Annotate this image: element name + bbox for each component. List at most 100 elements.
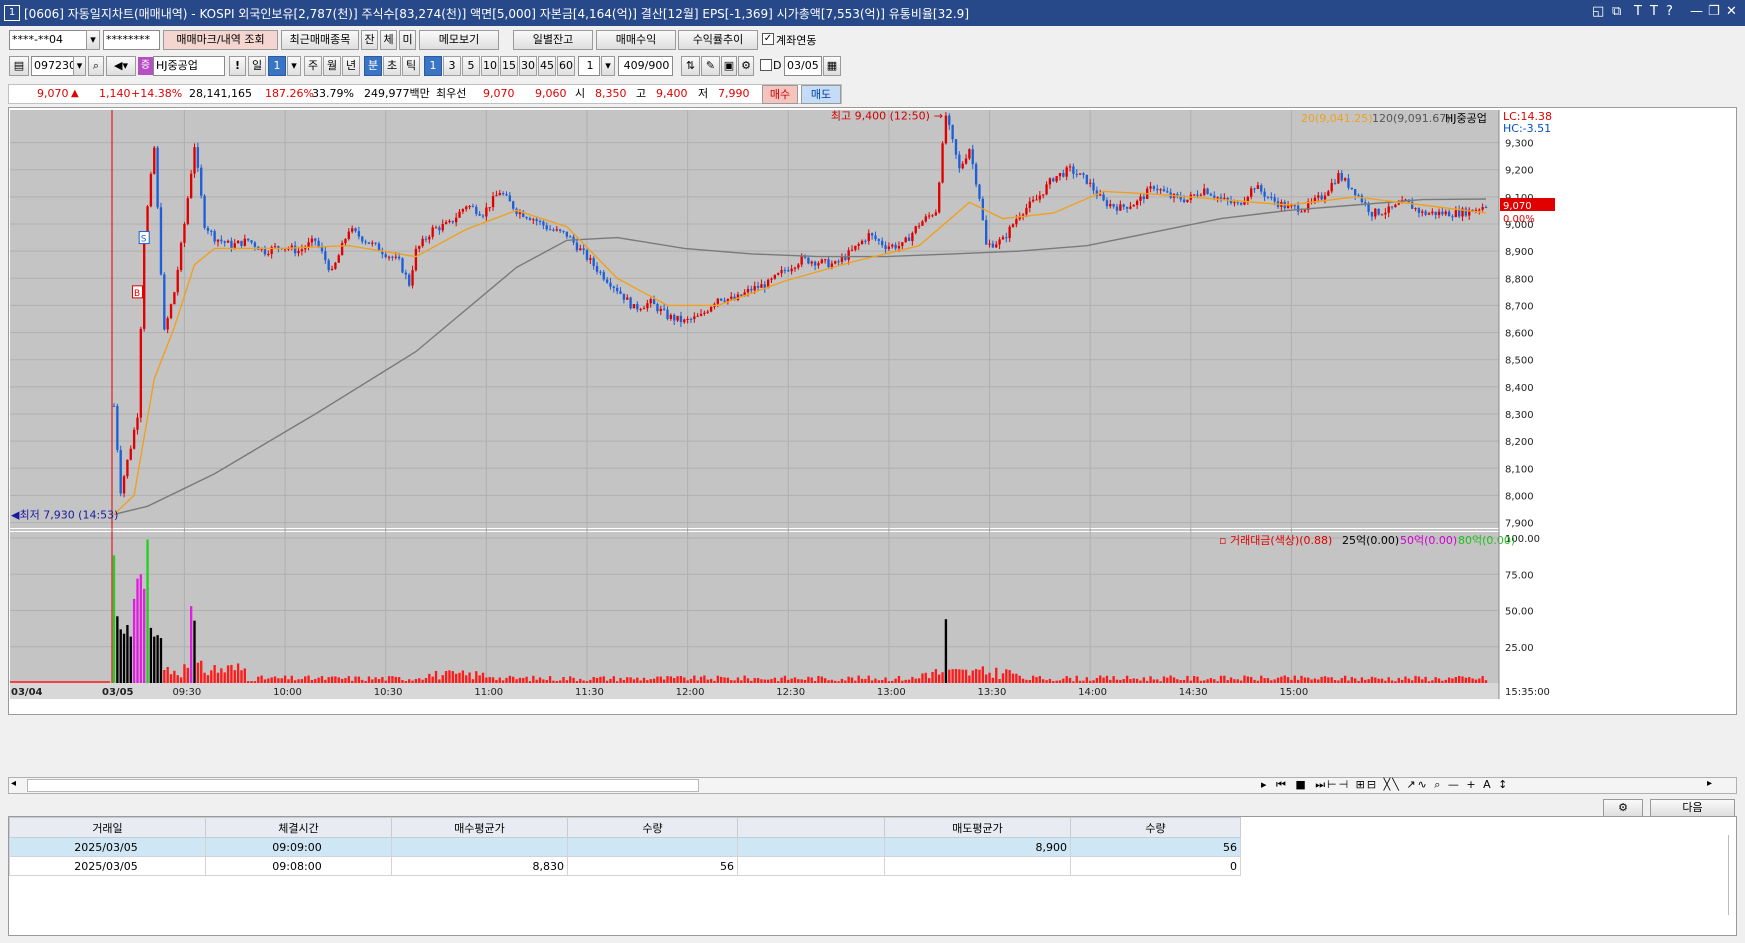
table-scroll-handle[interactable] — [1728, 835, 1732, 915]
candle-body — [1052, 178, 1055, 182]
daily-balance-button[interactable]: 일별잔고 — [513, 30, 593, 50]
candle-body — [156, 147, 159, 208]
volume-bar — [810, 677, 813, 683]
code-dropdown-icon[interactable]: ▾ — [73, 56, 86, 76]
tile-icon[interactable]: ⧉ — [1612, 4, 1621, 19]
account-link-checkbox[interactable]: ✓ — [762, 33, 774, 45]
balance-button[interactable]: 잔 — [361, 30, 378, 50]
tool-icon-1[interactable]: ⇅ — [681, 56, 700, 76]
trade-mark-query-button[interactable]: 매매마크/내역 조회 — [163, 30, 278, 50]
sell-button[interactable]: 매도 — [801, 85, 841, 104]
filled-button[interactable]: 체 — [380, 30, 397, 50]
chart-scrollbar[interactable]: ◂ ▸ ⏮ ■ ⏭ ⊢⊣ ⊞⊟ ╳╲ ↗∿ ⌕ — + A ↕ ▸ — [8, 777, 1737, 794]
period-dropdown-icon[interactable]: ▾ — [287, 56, 301, 76]
volume-bar — [371, 679, 374, 683]
date-checkbox[interactable] — [760, 59, 772, 71]
period-year-button[interactable]: 년 — [342, 56, 360, 76]
scroll-left-icon[interactable]: ◂ — [11, 778, 16, 789]
interval-input[interactable]: 1 — [578, 56, 600, 76]
stock-name-input[interactable]: HJ중공업 — [153, 56, 225, 76]
settings-icon[interactable]: ⚙ — [738, 56, 754, 76]
period-tick-button[interactable]: 틱 — [402, 56, 420, 76]
period-week-button[interactable]: 주 — [304, 56, 322, 76]
scroll-nav-icons[interactable]: ▸ ⏮ ■ ⏭ — [1261, 778, 1328, 792]
profit-trend-button[interactable]: 수익률추이 — [678, 30, 758, 50]
volume-bar — [726, 677, 730, 683]
candle-body — [897, 245, 901, 249]
recent-trades-button[interactable]: 최근매매종목 — [281, 30, 359, 50]
table-settings-icon[interactable]: ⚙ — [1603, 799, 1643, 817]
maximize-icon[interactable]: ❐ — [1708, 4, 1720, 19]
period-day-button[interactable]: 일 — [248, 56, 266, 76]
candle-body — [995, 244, 998, 248]
candle-body — [1196, 194, 1199, 196]
interval-10-button[interactable]: 10 — [481, 56, 499, 76]
font-icon[interactable]: T — [1634, 4, 1642, 19]
date-input[interactable]: 03/05 — [784, 56, 822, 76]
volume-bar — [887, 681, 891, 683]
interval-dropdown-icon[interactable]: ▾ — [601, 56, 615, 76]
candle-body — [1437, 211, 1441, 216]
password-input[interactable]: ******** — [103, 30, 160, 50]
table-row[interactable]: 2025/03/05 09:08:00 8,830 56 0 — [9, 856, 1241, 876]
volume-bar — [287, 679, 290, 683]
interval-5-button[interactable]: 5 — [462, 56, 480, 76]
volume-bar — [652, 678, 656, 683]
chart-panel[interactable]: 9,3009,2009,1009,0008,9008,8008,7008,600… — [8, 107, 1737, 715]
candle-body — [210, 230, 213, 232]
candle-body — [1219, 197, 1223, 199]
candle-body — [709, 306, 713, 312]
period-minute-button[interactable]: 분 — [364, 56, 382, 76]
candle-body — [538, 221, 542, 223]
chart-canvas[interactable]: 9,3009,2009,1009,0008,9008,8008,7008,600… — [9, 108, 1736, 714]
volume-bar — [773, 677, 777, 683]
close-icon[interactable]: ✕ — [1726, 4, 1737, 19]
speaker-icon[interactable]: ◀▾ — [106, 56, 136, 76]
volume-bar — [1250, 676, 1253, 683]
volume-bar — [1243, 675, 1246, 683]
tool-icon-2[interactable]: ✎ — [701, 56, 720, 76]
interval-45-button[interactable]: 45 — [538, 56, 556, 76]
period-month-button[interactable]: 월 — [323, 56, 341, 76]
chart-tool-icons[interactable]: ⊢⊣ ⊞⊟ ╳╲ ↗∿ ⌕ — + A ↕ — [1327, 778, 1509, 792]
account-dropdown-icon[interactable]: ▾ — [86, 30, 100, 50]
candle-body — [595, 265, 599, 272]
scroll-thumb[interactable] — [27, 779, 699, 792]
volume-bar — [780, 677, 783, 683]
period-second-button[interactable]: 초 — [383, 56, 401, 76]
unfilled-button[interactable]: 미 — [399, 30, 416, 50]
interval-1-button[interactable]: 1 — [424, 56, 442, 76]
volume-bar — [1454, 677, 1457, 683]
candle-body — [404, 272, 408, 275]
buy-button[interactable]: 매수 — [762, 85, 798, 104]
font-size-icon[interactable]: T — [1650, 4, 1658, 19]
layout-icon[interactable]: ▤ — [9, 56, 29, 76]
restore-icon[interactable]: ◱ — [1592, 4, 1604, 19]
volume-bar — [1135, 678, 1139, 683]
period-day-count[interactable]: 1 — [268, 56, 286, 76]
interval-3-button[interactable]: 3 — [443, 56, 461, 76]
candle-body — [602, 272, 605, 280]
help-icon[interactable]: ? — [1666, 4, 1673, 19]
volume-bar — [1001, 673, 1005, 683]
candle-body — [820, 259, 823, 264]
candle-body — [129, 448, 132, 460]
minimize-icon[interactable]: — — [1690, 4, 1703, 19]
trade-profit-button[interactable]: 매매수익 — [596, 30, 676, 50]
save-icon[interactable]: ▣ — [721, 56, 737, 76]
interval-30-button[interactable]: 30 — [519, 56, 537, 76]
interval-15-button[interactable]: 15 — [500, 56, 518, 76]
candle-body — [1317, 195, 1320, 198]
trade-amount: 249,977백만 — [364, 87, 430, 100]
interval-60-button[interactable]: 60 — [557, 56, 575, 76]
candle-body — [310, 238, 314, 243]
memo-button[interactable]: 메모보기 — [419, 30, 499, 50]
next-button[interactable]: 다음 — [1650, 799, 1735, 817]
table-row[interactable]: 2025/03/05 09:09:00 8,900 56 — [9, 837, 1241, 857]
scroll-right-icon[interactable]: ▸ — [1707, 778, 1712, 789]
calendar-icon[interactable]: ▦ — [823, 56, 841, 76]
alert-icon[interactable]: ! — [229, 56, 246, 76]
volume-bar — [1062, 678, 1065, 683]
candle-body — [448, 220, 451, 223]
search-icon[interactable]: ⌕ — [88, 56, 104, 76]
